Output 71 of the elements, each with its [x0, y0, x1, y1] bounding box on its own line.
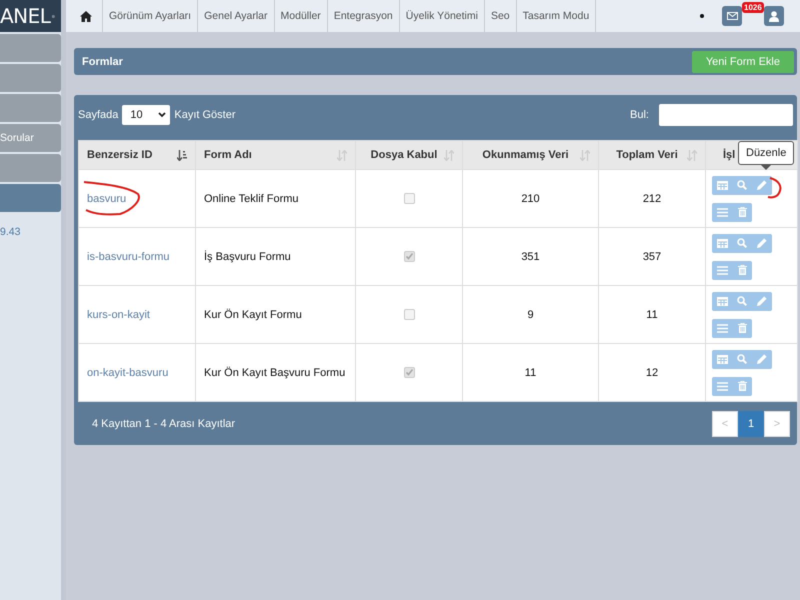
column-header[interactable]: Form Adı	[204, 149, 252, 161]
nav-tab[interactable]: Entegrasyon	[328, 0, 400, 32]
table-icon	[716, 354, 728, 364]
sidebar-item[interactable]	[0, 34, 61, 62]
sidebar-item[interactable]	[0, 184, 61, 212]
message-count-badge: 1026	[742, 2, 764, 13]
form-name: İş Başvuru Formu	[204, 250, 291, 262]
sort-icon[interactable]	[177, 150, 187, 160]
list-icon	[716, 208, 728, 216]
sidebar-item[interactable]	[0, 154, 61, 182]
form-name: Kur Ön Kayıt Başvuru Formu	[204, 366, 346, 378]
nav-tab[interactable]: Görünüm Ayarları	[103, 0, 198, 32]
trash-icon	[738, 323, 746, 333]
form-name: Online Teklif Formu	[204, 192, 299, 204]
messages-button[interactable]	[722, 6, 742, 26]
logo-text: ANEL	[0, 4, 50, 28]
search-icon	[737, 296, 747, 306]
pencil-icon	[757, 238, 767, 248]
table-info-text: 4 Kayıttan 1 - 4 Arası Kayıtlar	[92, 418, 236, 430]
pencil-icon	[757, 180, 767, 190]
table-icon	[716, 180, 728, 190]
pencil-icon	[757, 354, 767, 364]
table-icon	[716, 296, 728, 306]
search-icon	[737, 238, 747, 248]
nav-tab[interactable]: Tasarım Modu	[516, 0, 596, 32]
hand-drawn-mark	[766, 176, 784, 200]
pagination-button[interactable]: 1	[738, 410, 764, 436]
hand-drawn-mark	[82, 180, 142, 216]
form-id-link[interactable]: is-basvuru-formu	[87, 250, 170, 262]
caret-icon	[158, 112, 166, 118]
total-count: 212	[642, 192, 662, 204]
list-icon	[716, 382, 728, 390]
list-icon	[716, 324, 728, 332]
sidebar-item[interactable]	[0, 64, 61, 92]
form-id-link[interactable]: kurs-on-kayit	[87, 308, 150, 320]
total-count: 11	[646, 308, 658, 320]
search-label: Bul:	[630, 109, 649, 121]
form-id-link[interactable]: on-kayit-basvuru	[87, 366, 168, 378]
search-icon	[737, 354, 747, 364]
nav-tab[interactable]: Seo	[484, 0, 517, 32]
form-id-link[interactable]: basvuru	[87, 192, 126, 204]
search-icon	[737, 180, 747, 190]
total-count: 357	[642, 250, 662, 262]
form-name: Kur Ön Kayıt Formu	[204, 308, 302, 320]
unread-count: 351	[521, 250, 540, 262]
unread-count: 9	[527, 308, 534, 320]
nav-tab[interactable]: Üyelik Yönetimi	[400, 0, 485, 32]
table-icon	[716, 238, 728, 248]
sidebar-item[interactable]	[0, 94, 61, 122]
tooltip: Düzenle	[738, 141, 794, 170]
page-size-label: Kayıt Göster	[174, 109, 236, 121]
page-title: Formlar	[82, 56, 123, 68]
version-text: 9.43	[0, 226, 22, 238]
unread-count: 11	[524, 366, 536, 378]
pencil-icon	[757, 296, 767, 306]
user-icon	[769, 10, 779, 22]
total-count: 12	[646, 366, 658, 378]
list-icon	[716, 266, 728, 274]
envelope-icon	[726, 12, 738, 20]
page-size-select[interactable]: 10	[122, 105, 170, 125]
unread-count: 210	[521, 192, 540, 204]
trash-icon	[738, 265, 746, 275]
column-header[interactable]: İşl	[723, 149, 736, 161]
trash-icon	[738, 207, 746, 217]
nav-tab[interactable]: Modüller	[274, 0, 328, 32]
nav-tab[interactable]: Genel Ayarlar	[198, 0, 275, 32]
home-icon[interactable]	[80, 10, 92, 22]
trash-icon	[738, 381, 746, 391]
page-size-label: Sayfada	[78, 109, 118, 121]
profile-button[interactable]	[764, 6, 784, 26]
search-field[interactable]	[659, 104, 793, 126]
